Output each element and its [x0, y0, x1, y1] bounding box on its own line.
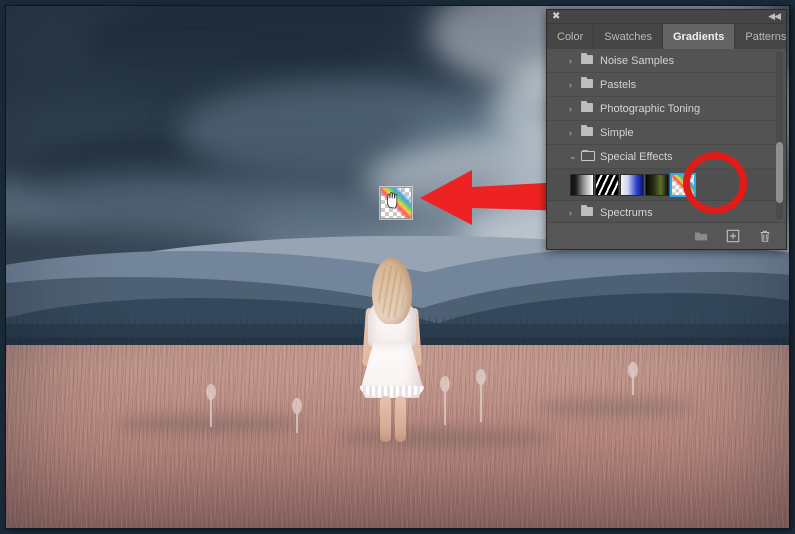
grass-shadow-3: [538, 400, 696, 415]
right-leg: [395, 396, 406, 442]
group-label: Pastels: [600, 78, 637, 91]
collapse-panel-icon[interactable]: ◀◀: [768, 11, 781, 22]
folder-icon: [581, 205, 593, 216]
gradient-swatch-black-white-stripes[interactable]: [595, 173, 619, 196]
gradient-swatch-black-to-white-fade[interactable]: [570, 173, 594, 196]
field-weed-4: [475, 369, 486, 423]
gradient-swatch-transparent-rainbow[interactable]: [670, 172, 696, 197]
folder-open-icon: [581, 150, 595, 161]
woman-subject: [358, 258, 426, 448]
new-group-folder-icon[interactable]: [694, 229, 708, 243]
delete-trash-icon[interactable]: [758, 229, 772, 243]
field-weed-2: [291, 398, 302, 434]
tab-gradients[interactable]: Gradients: [663, 24, 736, 49]
field-weed-5: [628, 361, 639, 395]
chevron-down-icon[interactable]: ⌄: [569, 151, 577, 162]
folder-icon: [581, 125, 593, 136]
tab-patterns[interactable]: Patterns: [735, 24, 795, 49]
hair: [372, 258, 412, 324]
group-label: Special Effects: [600, 150, 673, 163]
group-label: Spectrums: [600, 206, 653, 219]
drag-gradient-thumbnail[interactable]: [380, 187, 412, 219]
tab-swatches[interactable]: Swatches: [594, 24, 663, 49]
vertical-scrollbar[interactable]: [776, 51, 783, 220]
list-item-pastels[interactable]: › Pastels: [547, 73, 786, 97]
tab-color[interactable]: Color: [547, 24, 595, 49]
close-icon[interactable]: ✖: [552, 11, 560, 22]
list-item-spectrums[interactable]: › Spectrums: [547, 201, 786, 222]
group-label: Photographic Toning: [600, 102, 701, 115]
panel-footer-toolbar[interactable]: [547, 222, 786, 249]
list-item-noise-samples[interactable]: › Noise Samples: [547, 49, 786, 73]
hand-cursor-icon: [386, 192, 398, 209]
gradient-swatch-black-olive-green[interactable]: [645, 173, 669, 196]
group-label: Noise Samples: [600, 54, 674, 67]
folder-icon: [581, 77, 593, 88]
list-item-special-effects[interactable]: ⌄ Special Effects: [547, 145, 786, 169]
group-label: Simple: [600, 126, 634, 139]
list-item-photographic-toning[interactable]: › Photographic Toning: [547, 97, 786, 121]
panel-titlebar[interactable]: ✖ ◀◀: [547, 10, 786, 24]
panel-tab-bar[interactable]: Color Swatches Gradients Patterns: [547, 24, 786, 50]
special-effects-swatch-row[interactable]: [547, 169, 786, 201]
chevron-right-icon[interactable]: ›: [569, 56, 572, 66]
chevron-right-icon[interactable]: ›: [569, 208, 572, 218]
field-weed-1: [205, 383, 216, 427]
folder-icon: [581, 53, 593, 64]
scrollbar-thumb[interactable]: [776, 142, 783, 204]
gradient-swatch-white-to-blue[interactable]: [620, 173, 644, 196]
gradient-group-list[interactable]: › Noise Samples › Pastels › Photographic…: [547, 49, 786, 222]
chevron-right-icon[interactable]: ›: [569, 80, 572, 90]
left-leg: [380, 396, 391, 442]
chevron-right-icon[interactable]: ›: [569, 104, 572, 114]
new-gradient-icon[interactable]: [726, 229, 740, 243]
field-weed-3: [440, 376, 451, 426]
folder-icon: [581, 101, 593, 112]
gradients-panel[interactable]: ✖ ◀◀ Color Swatches Gradients Patterns ›…: [546, 9, 787, 250]
chevron-right-icon[interactable]: ›: [569, 128, 572, 138]
list-item-simple[interactable]: › Simple: [547, 121, 786, 145]
